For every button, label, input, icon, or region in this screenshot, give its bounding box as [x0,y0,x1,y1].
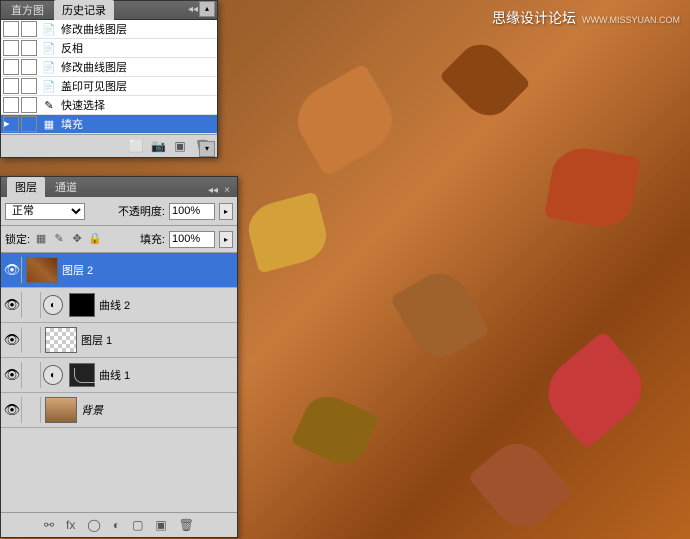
layers-list: 👁 图层 2 👁 ◐ 曲线 2 👁 图层 1 👁 ◐ 曲线 1 👁 [1,253,237,428]
layers-panel-header: 图层 通道 ◂◂ × [1,177,237,197]
layer-row[interactable]: 👁 背景 [1,393,237,428]
history-checkbox[interactable] [3,59,19,75]
visibility-icon[interactable]: 👁 [3,362,22,388]
history-item[interactable]: ✎快速选择 [1,96,217,115]
document-icon: 📄 [41,60,57,74]
link-column[interactable] [22,327,41,353]
layer-thumbnail[interactable] [26,257,58,283]
adjustment-icon[interactable]: ◐ [43,295,63,315]
layer-row[interactable]: 👁 ◐ 曲线 1 [1,358,237,393]
visibility-icon[interactable]: 👁 [3,292,22,318]
lock-row: 锁定: ▦ ✎ ✥ 🔒 填充: 100% ▸ [1,226,237,253]
history-checkbox[interactable] [3,21,19,37]
history-checkbox[interactable] [3,97,19,113]
layer-thumbnail[interactable] [45,327,77,353]
history-item[interactable]: 📄修改曲线图层 [1,20,217,39]
watermark: 思缘设计论坛WWW.MISSYUAN.COM [492,8,680,28]
layer-row[interactable]: 👁 ◐ 曲线 2 [1,288,237,323]
history-checkbox[interactable]: ▸ [3,116,19,132]
tab-channels[interactable]: 通道 [47,177,85,197]
visibility-icon[interactable]: 👁 [3,257,22,283]
blend-mode-select[interactable]: 正常 [5,203,85,220]
fill-flyout-icon[interactable]: ▸ [219,231,233,248]
new-doc-icon[interactable]: 📷 [151,139,165,153]
delete-layer-icon[interactable]: 🗑 [179,518,194,532]
mask-icon[interactable]: ◯ [87,518,100,532]
history-checkbox[interactable] [3,40,19,56]
new-layer-icon[interactable]: ▣ [155,518,166,532]
lock-position-icon[interactable]: ✥ [70,232,84,246]
history-panel-header: 直方图 历史记录 ◂◂ × [1,1,217,20]
layer-row[interactable]: 👁 图层 2 [1,253,237,288]
history-checkbox[interactable] [21,59,37,75]
layer-thumbnail[interactable] [45,397,77,423]
panel-close-icon[interactable]: × [221,185,233,197]
layers-panel: 图层 通道 ◂◂ × 正常 不透明度: 100% ▸ 锁定: ▦ ✎ ✥ 🔒 填… [0,176,238,538]
history-item[interactable]: 📄反相 [1,39,217,58]
adjustment-icon[interactable]: ◐ [43,365,63,385]
link-column[interactable] [22,292,41,318]
link-column[interactable] [22,362,41,388]
lock-all-icon[interactable]: 🔒 [88,232,102,246]
history-checkbox[interactable] [21,116,37,132]
visibility-icon[interactable]: 👁 [3,327,22,353]
opacity-label: 不透明度: [118,203,165,219]
document-icon: 📄 [41,41,57,55]
fill-icon: ▦ [41,117,57,131]
group-icon[interactable]: ▢ [132,518,143,532]
panel-collapse-icon[interactable]: ◂◂ [207,185,219,197]
tab-history[interactable]: 历史记录 [54,0,114,20]
link-column[interactable] [22,397,41,423]
link-layers-icon[interactable]: ⚯ [44,518,54,532]
history-item[interactable]: 📄盖印可见图层 [1,77,217,96]
tab-histogram[interactable]: 直方图 [3,0,52,20]
brush-icon: ✎ [41,98,57,112]
snapshot-icon[interactable]: ⬜ [129,139,143,153]
layer-row[interactable]: 👁 图层 1 [1,323,237,358]
lock-transparent-icon[interactable]: ▦ [34,232,48,246]
history-checkbox[interactable] [21,97,37,113]
document-icon: 📄 [41,79,57,93]
layer-mask-thumbnail[interactable] [69,363,95,387]
history-checkbox[interactable] [21,40,37,56]
lock-pixels-icon[interactable]: ✎ [52,232,66,246]
visibility-icon[interactable]: 👁 [3,397,22,423]
opacity-flyout-icon[interactable]: ▸ [219,203,233,220]
fill-input[interactable]: 100% [169,231,215,248]
history-checkbox[interactable] [21,78,37,94]
history-item[interactable]: ▸▦填充 [1,115,217,134]
document-icon: 📄 [41,22,57,36]
history-item[interactable]: 📄修改曲线图层 [1,58,217,77]
layer-mask-thumbnail[interactable] [69,293,95,317]
layers-footer: ⚯ fx ◯ ◐ ▢ ▣ 🗑 [1,512,237,537]
opacity-input[interactable]: 100% [169,203,215,220]
history-checkbox[interactable] [3,78,19,94]
adjustment-layer-icon[interactable]: ◐ [113,518,120,532]
history-panel: 直方图 历史记录 ◂◂ × 📄修改曲线图层 📄反相 📄修改曲线图层 📄盖印可见图… [0,0,218,158]
layer-options-row: 正常 不透明度: 100% ▸ [1,197,237,226]
fx-icon[interactable]: fx [66,518,75,532]
new-state-icon[interactable]: ▣ [173,139,187,153]
tab-layers[interactable]: 图层 [7,177,45,197]
history-checkbox[interactable] [21,21,37,37]
history-footer: ⬜ 📷 ▣ 🗑 [1,134,217,157]
panel-collapse-icon[interactable]: ◂◂ [187,4,199,16]
history-list: 📄修改曲线图层 📄反相 📄修改曲线图层 📄盖印可见图层 ✎快速选择 ▸▦填充 ▴… [1,20,217,134]
